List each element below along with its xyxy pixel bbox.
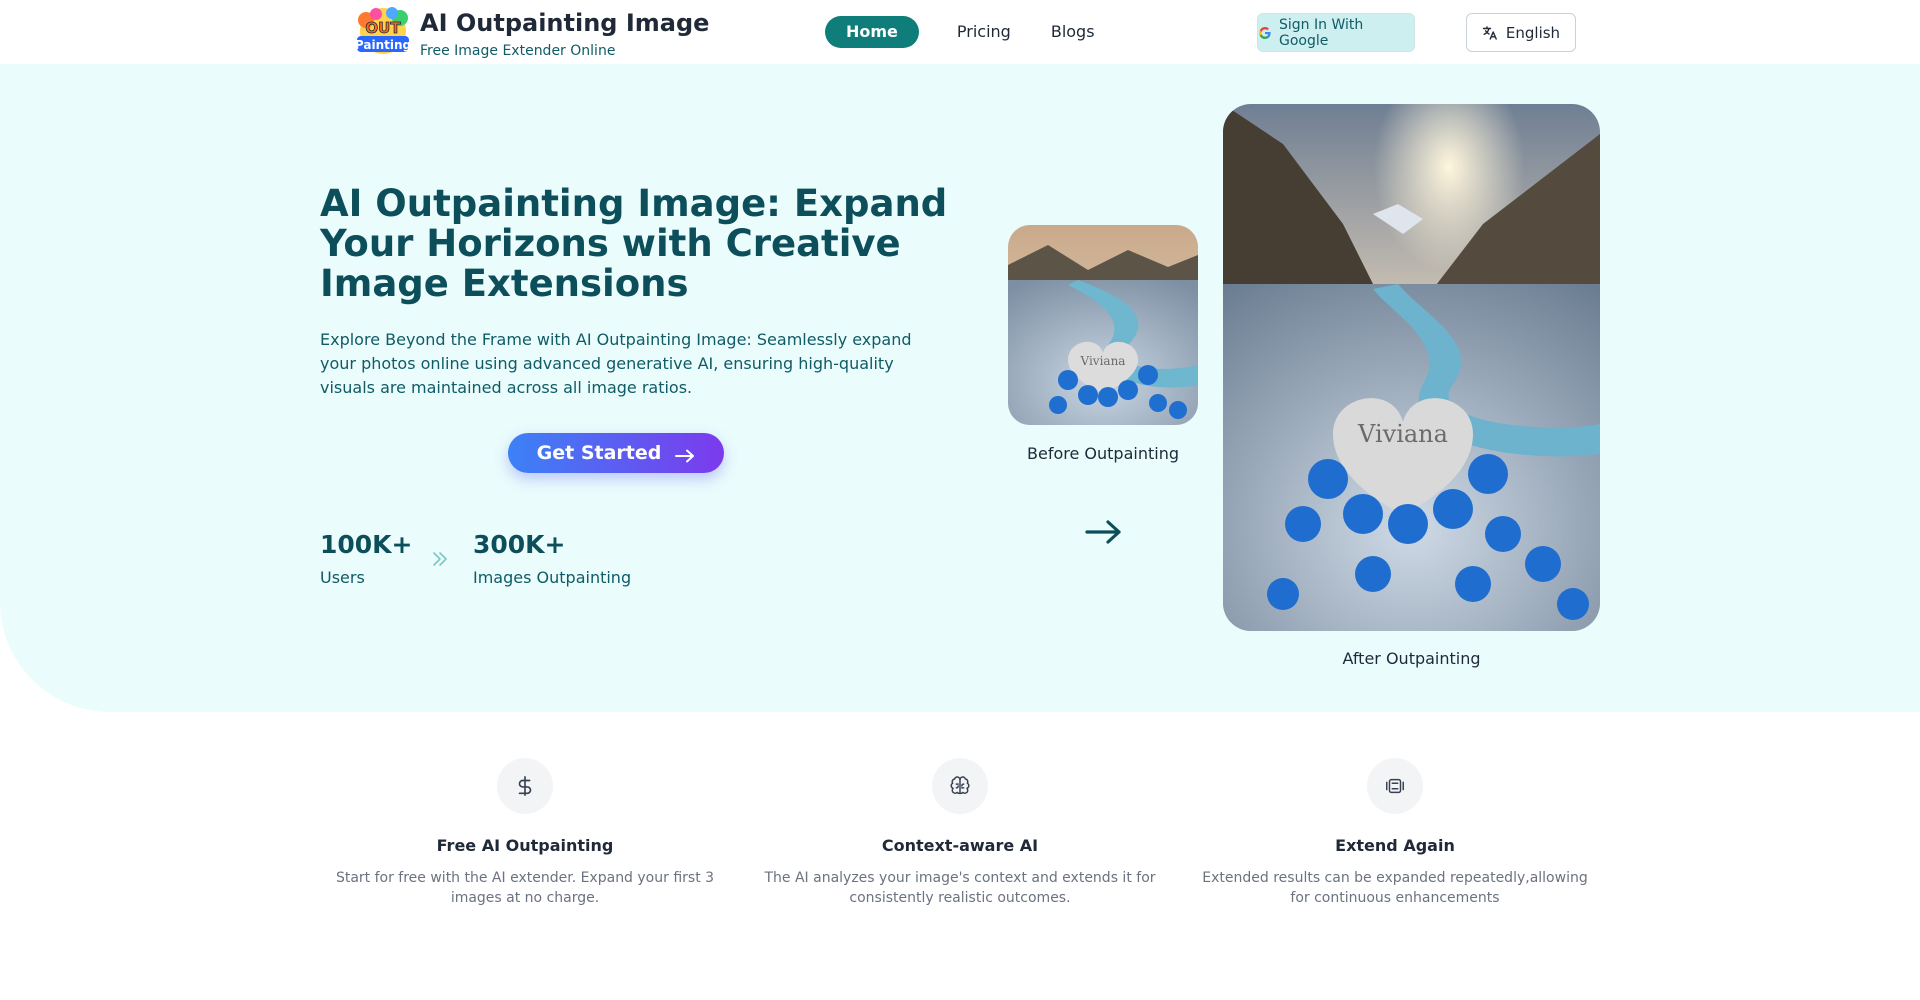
dollar-icon [518, 776, 532, 796]
arrow-right-icon [1084, 518, 1124, 546]
hero-title: AI Outpainting Image: Expand Your Horizo… [320, 182, 948, 305]
arrow-right-icon [675, 446, 695, 463]
svg-text:Painting: Painting [355, 38, 411, 52]
feature-context-description: The AI analyzes your image's context and… [764, 870, 1156, 906]
feature-free-icon-wrap [497, 758, 553, 814]
get-started-button[interactable]: Get Started [508, 433, 724, 473]
brain-icon [950, 776, 970, 795]
after-image-text: Viviana [1357, 420, 1448, 448]
after-caption: After Outpainting [1342, 649, 1481, 668]
after-outpainting-image: Viviana [1223, 104, 1600, 631]
double-chevron-right-icon [431, 550, 449, 568]
language-label: English [1505, 23, 1561, 42]
nav-home[interactable]: Home [825, 16, 919, 48]
feature-free: Free AI Outpainting Start for free with … [315, 758, 735, 908]
before-outpainting-image: Viviana [1008, 225, 1198, 425]
stat-images-value: 300K+ [473, 530, 566, 559]
feature-context-icon-wrap [932, 758, 988, 814]
stat-images-label: Images Outpainting [473, 568, 632, 587]
stat-users-label: Users [320, 568, 365, 587]
google-icon [1258, 26, 1272, 40]
feature-free-title: Free AI Outpainting [436, 836, 614, 855]
feature-context: Context-aware AI The AI analyzes your im… [750, 758, 1170, 908]
sign-in-label: Sign In With Google [1279, 16, 1364, 49]
feature-extend: Extend Again Extended results can be exp… [1185, 758, 1605, 908]
brand[interactable]: OUT Painting AI Outpainting Image Free I… [354, 6, 709, 60]
stat-users: 100K+ Users [320, 530, 413, 588]
language-select[interactable]: English [1466, 13, 1576, 52]
nav-pricing[interactable]: Pricing [937, 16, 1031, 48]
before-image-text: Viviana [1080, 354, 1126, 368]
feature-free-description: Start for free with the AI extender. Exp… [335, 870, 715, 906]
feature-extend-description: Extended results can be expanded repeate… [1202, 870, 1588, 906]
feature-extend-title: Extend Again [1335, 836, 1455, 855]
brand-logo-icon: OUT Painting [354, 6, 412, 56]
brand-subtitle: Free Image Extender Online [420, 43, 616, 59]
main-nav: Home Pricing Blogs [825, 16, 1115, 48]
translate-icon [1482, 25, 1498, 41]
hero-description: Explore Beyond the Frame with AI Outpain… [320, 330, 912, 397]
before-caption: Before Outpainting [1027, 444, 1179, 463]
site-header: OUT Painting AI Outpainting Image Free I… [0, 0, 1920, 64]
get-started-label: Get Started [536, 442, 662, 464]
brand-title: AI Outpainting Image [420, 9, 710, 37]
feature-extend-icon-wrap [1367, 758, 1423, 814]
layers-icon [1386, 778, 1404, 794]
stat-images: 300K+ Images Outpainting [473, 530, 631, 588]
sign-in-google-button[interactable]: Sign In With Google [1257, 13, 1415, 52]
feature-context-title: Context-aware AI [881, 836, 1039, 855]
stat-users-value: 100K+ [320, 530, 413, 559]
hero-section [0, 64, 1920, 712]
nav-blogs[interactable]: Blogs [1031, 16, 1115, 48]
svg-text:OUT: OUT [365, 19, 401, 37]
